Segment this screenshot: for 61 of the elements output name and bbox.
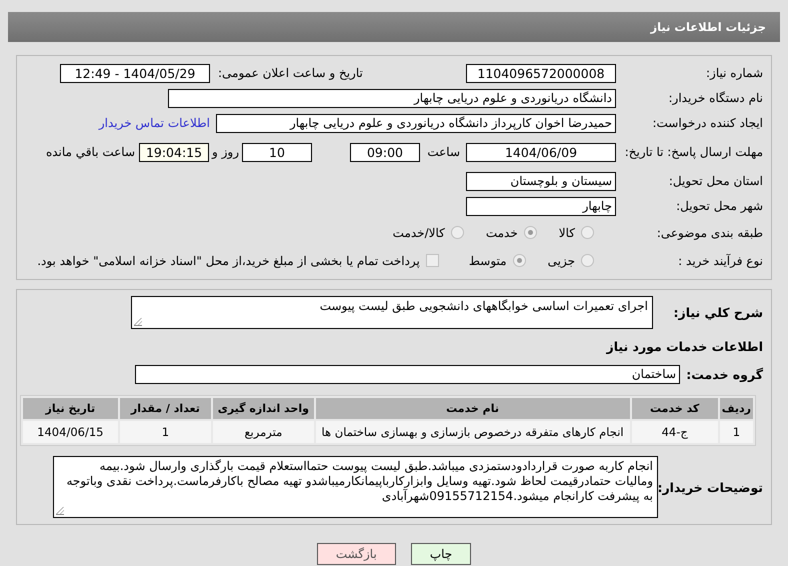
- column-header: کد خدمت: [632, 398, 718, 419]
- city-field: چابهار: [466, 196, 616, 216]
- buyer-contact-link[interactable]: اطلاعات تماس خریدار: [98, 116, 210, 130]
- table-cell: 1: [720, 421, 753, 443]
- radio-label: کالا/خدمت: [392, 226, 445, 240]
- field-label: شماره نیاز:: [705, 66, 764, 80]
- column-header: ردیف: [720, 398, 753, 419]
- field-label: شهر محل تحویل:: [675, 199, 764, 213]
- field-label: ایجاد کننده درخواست:: [651, 116, 764, 130]
- radio-label: جزیی: [548, 254, 575, 268]
- resize-grip-icon: [134, 318, 142, 326]
- field-label: ساعت باقي مانده: [46, 145, 135, 159]
- resize-grip-icon: [56, 507, 64, 515]
- remaining-time-field: 19:04:15: [139, 142, 209, 162]
- field-label: ساعت: [426, 145, 460, 159]
- field-label: گروه خدمت:: [685, 366, 764, 382]
- need-number-field: 1104096572000008: [466, 64, 616, 82]
- radio-label: خدمت: [486, 226, 518, 240]
- summary-textarea[interactable]: اجرای تعمیرات اساسی خوابگاههای دانشجویی طبق لیست پیوست: [131, 296, 653, 329]
- table-cell: ج-44: [632, 421, 718, 443]
- radio-button[interactable]: [581, 254, 594, 267]
- province-field: سیستان و بلوچستان: [466, 172, 616, 190]
- notes-textarea[interactable]: [53, 456, 658, 518]
- field-label: شرح کلي نياز:: [672, 305, 764, 320]
- field-label: تاریخ و ساعت اعلان عمومی:: [218, 66, 364, 80]
- summary-text: اجرای تعمیرات اساسی خوابگاههای دانشجویی طبق لیست پیوست: [320, 299, 648, 313]
- column-header: نام خدمت: [316, 398, 630, 419]
- table-cell: 1404/06/15: [23, 421, 118, 443]
- radio-label: متوسط: [468, 254, 507, 268]
- radio-label: کالا: [558, 226, 575, 240]
- field-label: نوع فرآیند خرید :: [677, 254, 764, 268]
- column-header: تاریخ نیاز: [23, 398, 118, 419]
- notes-text: انجام کاربه صورت قراردادودستمزدی میباشد.طبق لیست پیوست حتمااستعلام قیمت بارگذاری وارسال شود.بیمه ومالیات حتمادرقیمت لحاظ شود.تهیه وسایل وابزارکارباپیمانکارمیباشدو تهیه مصالح باکارفرماست.پرداخت نقدی وباتوجه به پیشرفت کارانجام میشود.09155712154شهرآبادی: [66, 459, 653, 503]
- field-label: استان محل تحویل:: [668, 174, 764, 188]
- table-cell: 1: [120, 421, 212, 443]
- days-field: 10: [242, 142, 312, 162]
- checkbox-label: پرداخت تمام یا بخشی از مبلغ خرید،از محل "اسناد خزانه اسلامی" خواهد بود.: [37, 254, 420, 268]
- service-group-field: ساختمان: [135, 364, 680, 384]
- buyer-org-field: دانشگاه دریانوردی و علوم دریایی چابهار: [168, 88, 616, 108]
- section-title: اطلاعات خدمات مورد نیاز: [605, 338, 764, 354]
- table-cell: انجام کارهای متفرقه درخصوص بازسازی و بهسازی ساختمان ها: [316, 421, 630, 443]
- field-label: توضیحات خریدار:: [658, 480, 764, 494]
- radio-button[interactable]: [512, 254, 526, 267]
- creator-field: حمیدرضا اخوان کارپرداز دانشگاه دریانوردی و علوم دریایی چابهار: [216, 114, 616, 132]
- field-label: روز و: [212, 145, 239, 159]
- print-button[interactable]: چاپ: [410, 543, 472, 565]
- radio-button[interactable]: [524, 226, 537, 239]
- page-title: جزئیات اطلاعات نیاز: [650, 20, 766, 34]
- radio-button[interactable]: [450, 226, 464, 239]
- table-cell: مترمربع: [213, 421, 314, 443]
- radio-button[interactable]: [581, 226, 594, 239]
- deadline-date-field: 1404/06/09: [466, 142, 616, 162]
- checkbox[interactable]: [426, 254, 439, 267]
- field-label: نام دستگاه خریدار:: [668, 91, 764, 105]
- column-header: واحد اندازه گیری: [213, 398, 314, 419]
- field-label: طبقه بندی موضوعی:: [656, 226, 764, 240]
- back-button[interactable]: بازگشت: [316, 543, 396, 565]
- column-header: تعداد / مقدار: [120, 398, 212, 419]
- announce-date-field: 1404/05/29 - 12:49: [60, 64, 210, 82]
- field-label: مهلت ارسال پاسخ: تا تاریخ:: [624, 144, 764, 160]
- deadline-time-field: 09:00: [350, 142, 420, 162]
